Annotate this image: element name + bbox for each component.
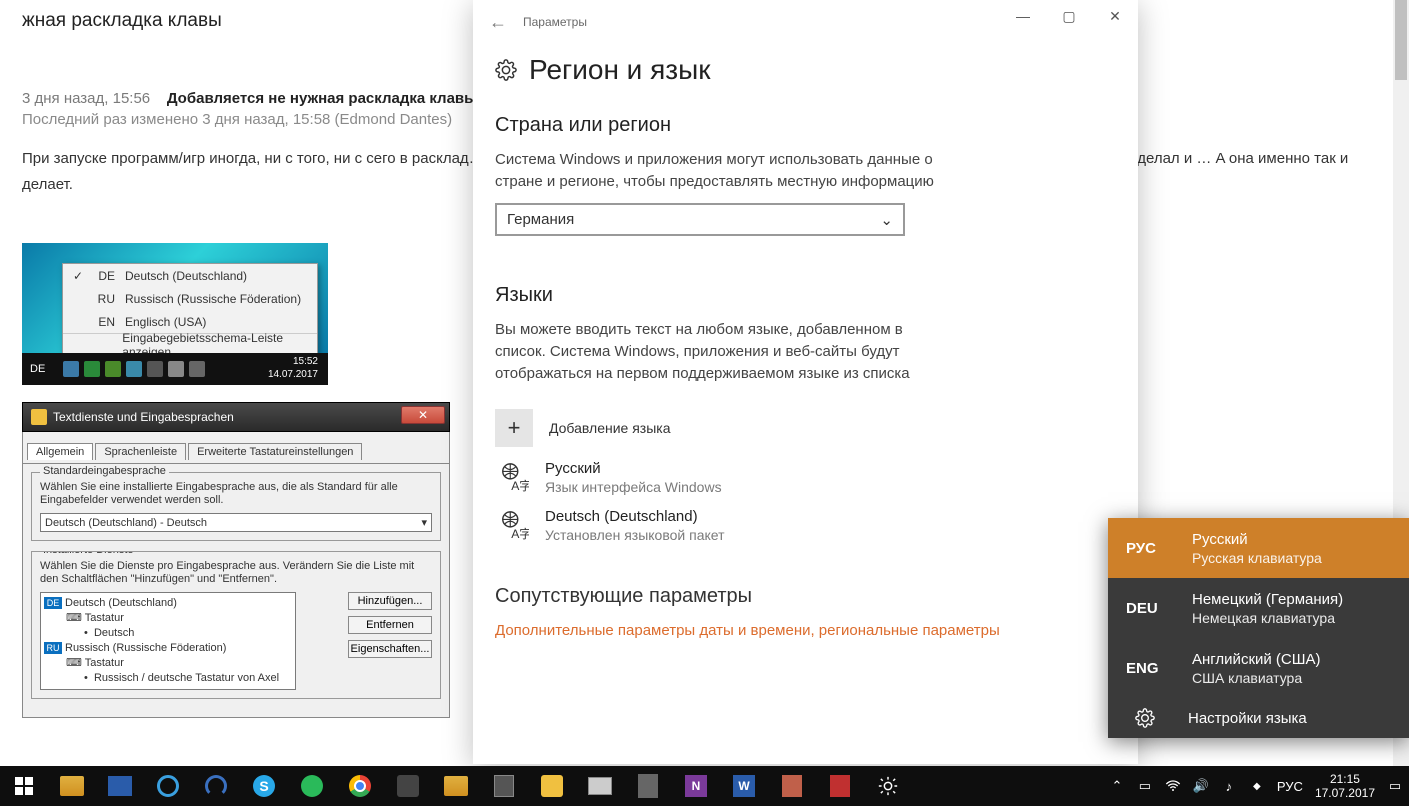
region-desc: Система Windows и приложения могут испол…	[495, 149, 935, 193]
group-legend: Installierte Dienste	[40, 551, 137, 556]
settings-titlebar[interactable]: ← Параметры — ▢ ✕	[473, 0, 1138, 44]
language-item-deutsch[interactable]: A字 Deutsch (Deutschland) Установлен язык…	[495, 501, 1116, 549]
language-glyph-icon: A字	[499, 510, 529, 540]
lang-menu-item-en[interactable]: ✓ENEnglisch (USA)	[63, 310, 317, 333]
embedded-taskbar: DE 15:5214.07.2017	[22, 353, 328, 385]
gear-icon	[1134, 708, 1156, 728]
window-title: Параметры	[523, 15, 587, 29]
lang-menu-item-ru[interactable]: ✓RURussisch (Russische Föderation)	[63, 287, 317, 310]
settings-heading: Регион и язык	[495, 54, 1116, 86]
tray-volume-icon[interactable]: 🔊	[1193, 778, 1209, 794]
close-button[interactable]: ✕	[1092, 0, 1138, 32]
services-list[interactable]: DEDeutsch (Deutschland) ⌨ Tastatur • Deu…	[40, 592, 296, 690]
tray-wifi-icon[interactable]	[1165, 778, 1181, 794]
group-installed-services: Installierte Dienste Wählen Sie die Dien…	[31, 551, 441, 699]
taskbar-app[interactable]	[624, 766, 672, 806]
embedded-screenshot-langbar: ✓DEDeutsch (Deutschland) ✓RURussisch (Ru…	[22, 243, 328, 385]
taskbar-app[interactable]	[528, 766, 576, 806]
add-button[interactable]: Hinzufügen...	[348, 592, 432, 610]
system-tray: ⌃ ▭ 🔊 ♪ ◆ РУС 21:1517.07.2017 ▭	[1109, 772, 1403, 800]
close-button[interactable]: ✕	[401, 406, 445, 424]
taskbar-app-settings[interactable]	[864, 766, 912, 806]
ime-item-deu[interactable]: DEU Немецкий (Германия)Немецкая клавиату…	[1108, 578, 1409, 638]
chevron-down-icon: ▾	[421, 516, 427, 529]
related-heading: Сопутствующие параметры	[495, 585, 1116, 608]
taskbar-app-word[interactable]: W	[720, 766, 768, 806]
taskbar-app[interactable]	[432, 766, 480, 806]
dialog-icon	[31, 409, 47, 425]
taskbar-app-onenote[interactable]: N	[672, 766, 720, 806]
taskbar-app[interactable]	[96, 766, 144, 806]
taskbar-app[interactable]	[48, 766, 96, 806]
post-title: Добавляется не нужная раскладка клавы	[167, 90, 477, 107]
tray-chevron-icon[interactable]: ⌃	[1109, 778, 1125, 794]
taskbar[interactable]: S N W ⌃ ▭ 🔊 ♪ ◆ РУС 21:1517.07.2017 ▭	[0, 766, 1409, 806]
dialog-tabs: Allgemein Sprachenleiste Erweiterte Tast…	[22, 432, 450, 464]
post-time: 3 дня назад, 15:56	[22, 90, 150, 107]
taskbar-app-pdf[interactable]	[816, 766, 864, 806]
settings-window: ← Параметры — ▢ ✕ Регион и язык Страна и…	[473, 0, 1138, 764]
svg-text:A字: A字	[511, 478, 529, 492]
task-lang-code: DE	[30, 363, 45, 375]
tab-allgemein[interactable]: Allgemein	[27, 443, 93, 460]
region-select[interactable]: Германия ⌄	[495, 203, 905, 236]
taskbar-app[interactable]	[768, 766, 816, 806]
ime-item-eng[interactable]: ENG Английский (США)США клавиатура	[1108, 638, 1409, 698]
tray-app-icon[interactable]: ◆	[1249, 778, 1265, 794]
group-desc: Wählen Sie die Dienste pro Eingabesprach…	[40, 560, 432, 586]
tray-language-indicator[interactable]: РУС	[1277, 779, 1303, 794]
embedded-screenshot-dialog: Textdienste und Eingabesprachen ✕ Allgem…	[22, 402, 450, 718]
add-language-button[interactable]: + Добавление языка	[495, 403, 1116, 453]
group-default-lang: Standardeingabesprache Wählen Sie eine i…	[31, 472, 441, 541]
languages-desc: Вы можете вводить текст на любом языке, …	[495, 319, 915, 385]
dialog-title: Textdienste und Eingabesprachen	[53, 410, 234, 424]
minimize-button[interactable]: —	[1000, 0, 1046, 32]
start-button[interactable]	[0, 766, 48, 806]
language-glyph-icon: A字	[499, 462, 529, 492]
taskbar-app-chrome[interactable]	[336, 766, 384, 806]
input-switcher-flyout: РУС РусскийРусская клавиатура DEU Немецк…	[1108, 518, 1409, 738]
properties-button[interactable]: Eigenschaften...	[348, 640, 432, 658]
taskbar-app[interactable]	[576, 766, 624, 806]
back-button[interactable]: ←	[473, 12, 523, 33]
taskbar-app-ie[interactable]	[144, 766, 192, 806]
tray-notifications-icon[interactable]: ▭	[1387, 778, 1403, 794]
tray-battery-icon[interactable]: ▭	[1137, 778, 1153, 794]
lang-menu-item-de[interactable]: ✓DEDeutsch (Deutschland)	[63, 264, 317, 287]
svg-text:A字: A字	[511, 526, 529, 540]
taskbar-app-edge[interactable]	[192, 766, 240, 806]
taskbar-app-skype[interactable]: S	[240, 766, 288, 806]
gear-icon	[495, 59, 517, 81]
tray-clock[interactable]: 21:1517.07.2017	[1315, 772, 1375, 800]
plus-icon: +	[495, 409, 533, 447]
region-heading: Страна или регион	[495, 114, 1116, 137]
dialog-titlebar[interactable]: Textdienste und Eingabesprachen ✕	[22, 402, 450, 432]
languages-heading: Языки	[495, 284, 1116, 307]
ime-settings-link[interactable]: Настройки языка	[1108, 698, 1409, 738]
taskbar-app-calc[interactable]	[480, 766, 528, 806]
language-menu: ✓DEDeutsch (Deutschland) ✓RURussisch (Ru…	[62, 263, 318, 357]
tab-sprachenleiste[interactable]: Sprachenleiste	[95, 443, 186, 460]
taskbar-app-whatsapp[interactable]	[288, 766, 336, 806]
group-legend: Standardeingabesprache	[40, 465, 169, 477]
default-lang-select[interactable]: Deutsch (Deutschland) - Deutsch▾	[40, 513, 432, 532]
chevron-down-icon: ⌄	[880, 211, 893, 229]
group-desc: Wählen Sie eine installierte Eingabespra…	[40, 481, 432, 507]
tab-erweitert[interactable]: Erweiterte Tastatureinstellungen	[188, 443, 362, 460]
taskbar-app[interactable]	[384, 766, 432, 806]
tray-music-icon[interactable]: ♪	[1221, 778, 1237, 794]
related-link[interactable]: Дополнительные параметры даты и времени,…	[495, 622, 1116, 639]
remove-button[interactable]: Entfernen	[348, 616, 432, 634]
maximize-button[interactable]: ▢	[1046, 0, 1092, 32]
ime-item-rus[interactable]: РУС РусскийРусская клавиатура	[1108, 518, 1409, 578]
language-item-russian[interactable]: A字 Русский Язык интерфейса Windows	[495, 453, 1116, 501]
